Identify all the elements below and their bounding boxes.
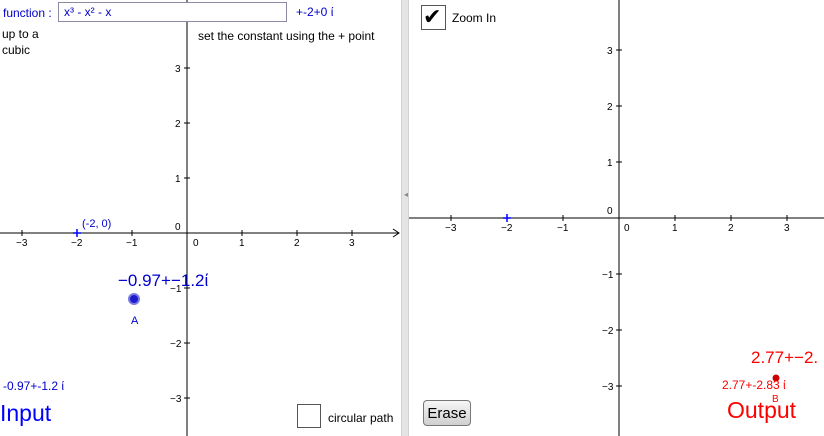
input-title: Input — [0, 400, 52, 426]
x-tick-label: −2 — [71, 238, 83, 249]
constant-point-label: (-2, 0) — [82, 218, 111, 230]
circular-path-checkbox[interactable] — [297, 404, 321, 428]
x-tick-label: 0 — [193, 238, 199, 249]
function-input[interactable]: x³ - x² - x — [58, 2, 287, 22]
y-tick-label: 2 — [607, 102, 613, 113]
erase-button[interactable]: Erase — [423, 400, 471, 426]
check-icon: ✔ — [423, 4, 442, 29]
output-value-text: 2.77+-2.83 ί — [722, 378, 786, 392]
x-tick-label: −3 — [16, 238, 28, 249]
x-tick-label: 0 — [624, 223, 630, 234]
input-graphics-view[interactable]: −3 −2 −1 0 1 2 3 3 2 1 0 −1 −2 −3 (-2, 0… — [0, 0, 401, 436]
divider-grip-icon: ◂ — [404, 190, 409, 199]
x-tick-label: −1 — [126, 238, 138, 249]
y-tick-label: 0 — [175, 222, 181, 233]
zoom-in-label: Zoom In — [452, 11, 497, 25]
y-tick-label: −2 — [170, 339, 182, 350]
x-tick-label: −3 — [445, 223, 457, 234]
set-constant-note: set the constant using the + point — [198, 29, 375, 43]
output-graphics-view[interactable]: −3 −2 −1 0 1 2 3 3 2 1 0 −1 −2 −3 ✔ Zoom… — [409, 0, 824, 436]
y-tick-label: −3 — [170, 394, 182, 405]
x-tick-label: 1 — [672, 223, 678, 234]
output-title: Output — [727, 397, 797, 423]
y-tick-label: 1 — [175, 174, 181, 185]
zoom-in-checkbox[interactable]: ✔ — [421, 4, 446, 30]
point-b-value: 2.77+−2. — [751, 348, 819, 367]
constant-plus-point[interactable] — [73, 229, 81, 237]
y-tick-label: 2 — [175, 119, 181, 130]
x-tick-label: −2 — [501, 223, 513, 234]
split-pane-divider[interactable]: ◂ — [401, 0, 409, 436]
y-tick-label: −2 — [602, 326, 614, 337]
x-tick-label: 2 — [728, 223, 734, 234]
mapped-constant-plus-point — [503, 214, 511, 222]
x-tick-label: 3 — [784, 223, 790, 234]
y-tick-label: −1 — [602, 270, 614, 281]
function-label: function : — [3, 6, 52, 20]
point-a[interactable] — [128, 293, 140, 305]
x-tick-label: 1 — [239, 238, 245, 249]
up-to-cubic-note: up to a cubic — [2, 27, 39, 57]
x-tick-label: 3 — [349, 238, 355, 249]
point-a-label: A — [131, 315, 139, 327]
x-tick-label: −1 — [557, 223, 569, 234]
constant-value-text: +-2+0 ί — [296, 5, 334, 19]
output-coordinate-plane[interactable]: −3 −2 −1 0 1 2 3 3 2 1 0 −1 −2 −3 — [409, 0, 824, 436]
point-a-value: −0.97+−1.2ί — [118, 271, 209, 290]
y-tick-label: 3 — [607, 46, 613, 57]
y-tick-label: 3 — [175, 64, 181, 75]
x-tick-label: 2 — [294, 238, 300, 249]
input-coordinate-plane[interactable]: −3 −2 −1 0 1 2 3 3 2 1 0 −1 −2 −3 (-2, 0… — [0, 0, 401, 436]
y-tick-label: 1 — [607, 158, 613, 169]
y-tick-label: −3 — [602, 382, 614, 393]
y-tick-label: 0 — [607, 206, 613, 217]
circular-path-label: circular path — [328, 411, 394, 425]
input-value-text: -0.97+-1.2 ί — [3, 379, 65, 393]
